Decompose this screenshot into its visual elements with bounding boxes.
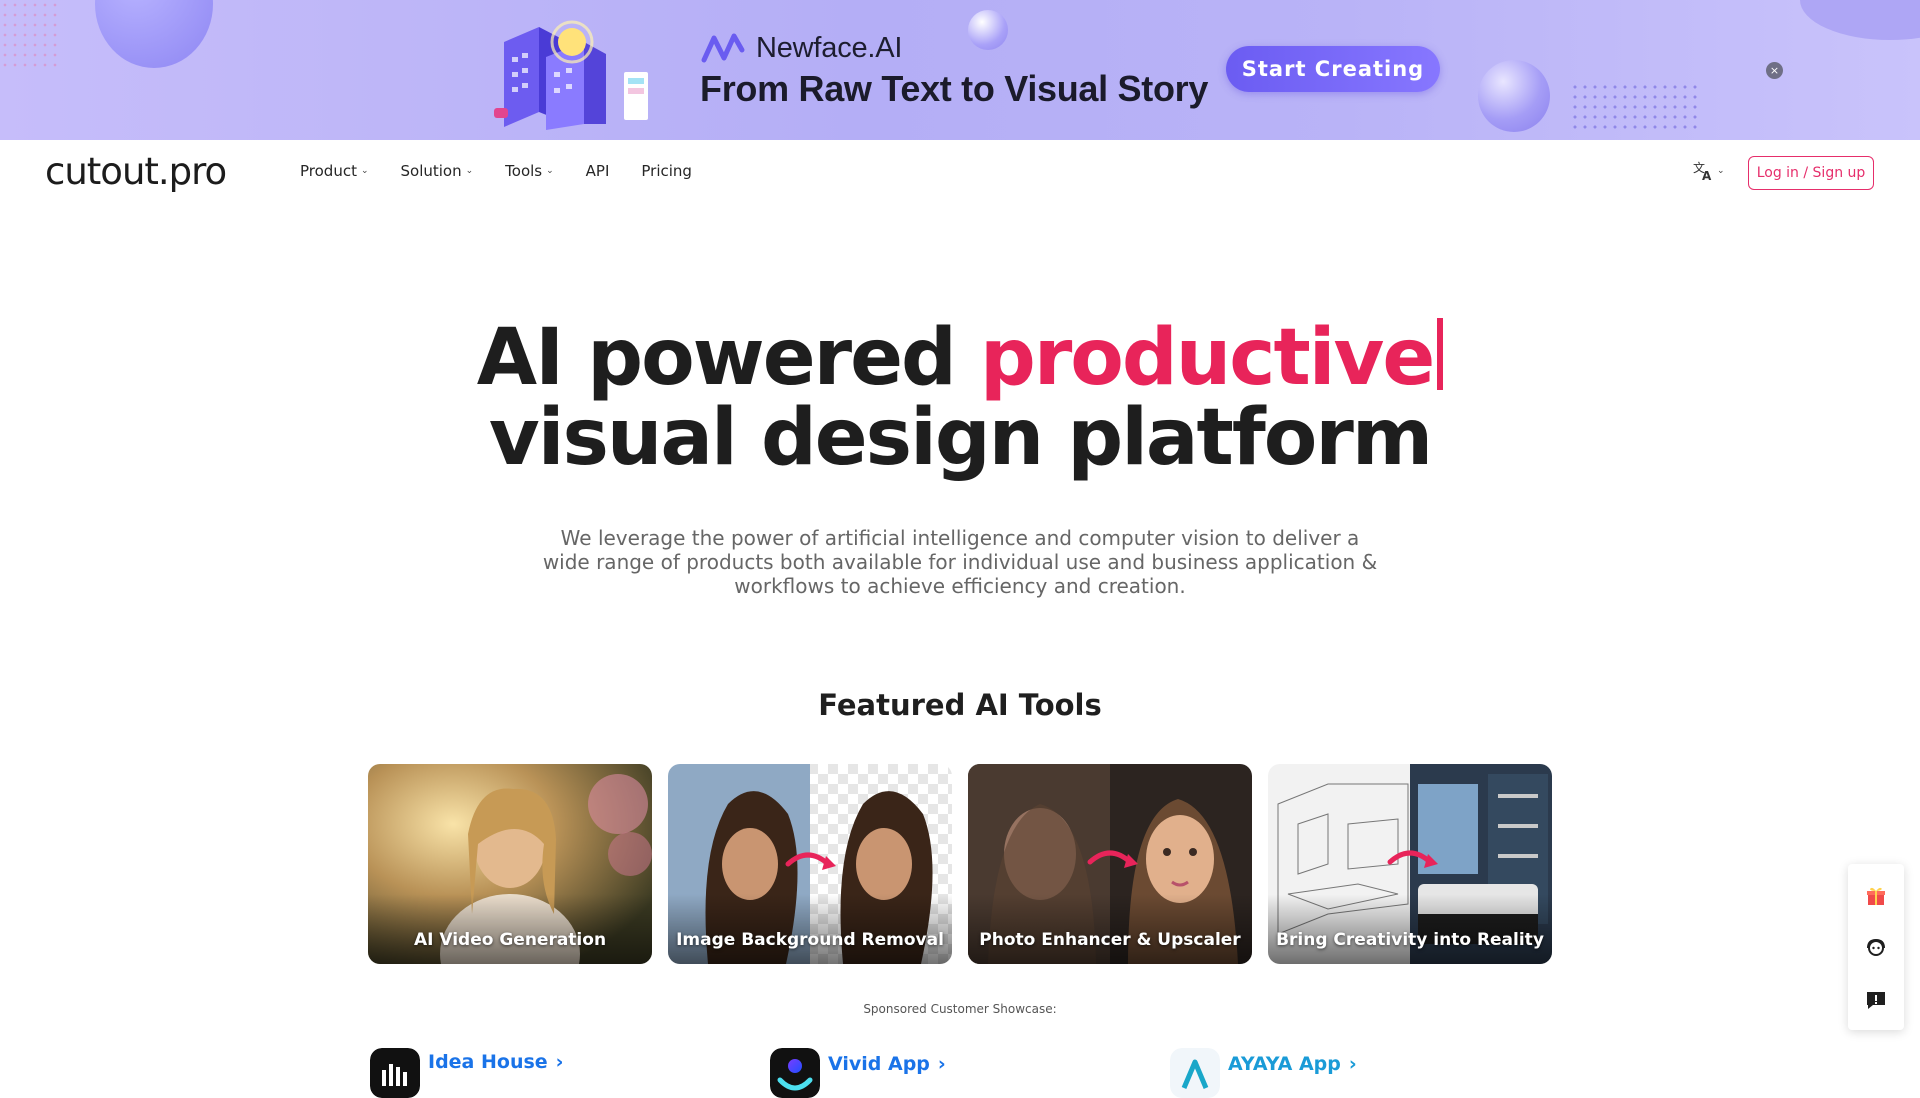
menu-label: API [585,162,610,180]
card-shade [1268,894,1552,964]
main-menu: Product ⌄ Solution ⌄ Tools ⌄ API Pricing [300,162,724,180]
banner-headline: From Raw Text to Visual Story [700,68,1209,109]
card-shade [668,894,952,964]
featured-tools-heading: Featured AI Tools [818,688,1102,722]
typing-cursor [1437,318,1444,390]
menu-pricing[interactable]: Pricing [641,162,692,180]
tool-card-photo-enhancer[interactable]: Photo Enhancer & Upscaler [968,764,1252,964]
chevron-right-icon: › [555,1051,564,1073]
card-label: AI Video Generation [413,930,607,950]
feedback-icon[interactable] [1864,988,1888,1012]
floating-side-panel [1848,864,1904,1030]
card-label: Bring Creativity into Reality [1276,930,1544,950]
menu-label: Product [300,162,357,180]
card-shade [968,894,1252,964]
tool-card-creativity[interactable]: Bring Creativity into Reality [1268,764,1552,964]
language-selector[interactable]: 文 A ⌄ [1692,160,1725,182]
showcase-ayaya-app[interactable]: AYAYA App › [1170,1048,1357,1098]
newface-logo-icon [701,33,745,63]
hero-title-accent: productive [980,313,1435,403]
decor-dots [0,0,60,70]
svg-text:A: A [1702,169,1712,182]
sponsored-showcase-label: Sponsored Customer Showcase: [863,1002,1057,1016]
menu-api[interactable]: API [586,162,610,180]
app-name: Idea House [428,1051,548,1073]
featured-tools-list: AI Video Generation Image Background Rem… [368,764,1552,964]
hero-subtitle: We leverage the power of artificial inte… [542,526,1378,598]
hero-title-part1: AI powered [476,313,980,403]
card-shade [368,894,652,964]
translate-icon: 文 A [1693,160,1712,182]
close-banner-icon[interactable]: × [1766,62,1783,79]
login-signup-button[interactable]: Log in / Sign up [1748,156,1874,190]
site-logo[interactable]: cutout.pro [45,150,227,193]
app-name: Vivid App [828,1053,930,1075]
chevron-right-icon: › [1348,1053,1357,1075]
promo-banner[interactable]: Newface.AI From Raw Text to Visual Story… [0,0,1920,140]
menu-label: Pricing [641,162,692,180]
brand-name: Newface.AI [756,31,903,64]
menu-label: Solution [400,162,462,180]
showcase-idea-house[interactable]: Idea House › [370,1048,564,1098]
showcase-vivid-app[interactable]: Vivid App › [770,1048,946,1098]
decor-dots [1570,82,1702,134]
isometric-city-illustration [494,20,648,130]
chevron-down-icon: ⌄ [360,166,369,176]
menu-solution[interactable]: Solution ⌄ [401,162,474,180]
decor-bubble [1478,60,1550,132]
chevron-down-icon: ⌄ [546,166,554,176]
chevron-down-icon: ⌄ [465,166,474,176]
vivid-app-icon [770,1048,820,1098]
card-label: Photo Enhancer & Upscaler [979,930,1241,950]
chevron-right-icon: › [937,1053,946,1075]
menu-tools[interactable]: Tools ⌄ [505,162,554,180]
top-navigation: cutout.pro Product ⌄ Solution ⌄ Tools ⌄ … [0,140,1920,204]
idea-house-app-icon [370,1048,420,1098]
menu-label: Tools [505,162,543,180]
tool-card-background-removal[interactable]: Image Background Removal [668,764,952,964]
decor-bubble [95,0,213,68]
newface-brand: Newface.AI [700,30,902,66]
hero-title-line2: visual design platform [488,393,1433,483]
hero-title: AI powered productive visual design plat… [0,318,1920,478]
support-agent-icon[interactable] [1864,936,1888,960]
decor-bubble [1800,0,1920,40]
menu-product[interactable]: Product ⌄ [300,162,369,180]
tool-card-video-generation[interactable]: AI Video Generation [368,764,652,964]
gift-icon[interactable] [1864,884,1888,908]
ayaya-app-icon [1170,1048,1220,1098]
app-name: AYAYA App [1228,1053,1341,1075]
decor-bubble [968,10,1008,50]
card-label: Image Background Removal [676,930,944,950]
start-creating-button[interactable]: Start Creating [1226,46,1440,92]
chevron-down-icon: ⌄ [1717,166,1725,176]
